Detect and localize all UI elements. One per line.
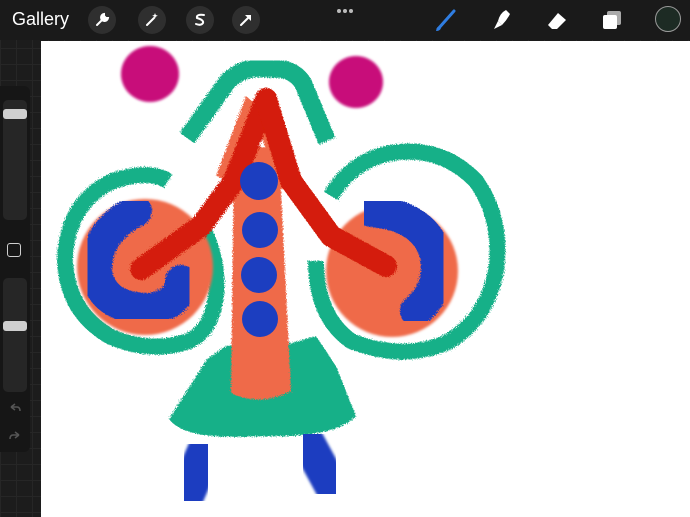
blue-dot-2 bbox=[242, 212, 278, 248]
brush-icon[interactable] bbox=[432, 6, 460, 34]
magenta-blob-right bbox=[329, 56, 383, 108]
wrench-icon[interactable] bbox=[88, 6, 116, 34]
undo-icon[interactable] bbox=[7, 402, 23, 418]
more-options-icon[interactable] bbox=[336, 2, 354, 20]
blue-dot-4 bbox=[242, 301, 278, 337]
eraser-icon[interactable] bbox=[543, 6, 571, 34]
modify-button[interactable] bbox=[7, 243, 21, 257]
color-picker-button[interactable] bbox=[655, 6, 681, 32]
opacity-slider[interactable] bbox=[3, 278, 27, 392]
blue-dot-1 bbox=[240, 162, 278, 200]
redo-icon[interactable] bbox=[7, 430, 23, 446]
sidebar bbox=[0, 86, 30, 452]
arrow-cursor-icon[interactable] bbox=[232, 6, 260, 34]
magenta-blob-left bbox=[121, 46, 179, 102]
brush-size-slider[interactable] bbox=[3, 100, 27, 220]
magic-wand-icon[interactable] bbox=[138, 6, 166, 34]
drawing-canvas[interactable] bbox=[41, 41, 690, 517]
blue-leg-left bbox=[168, 431, 224, 514]
blue-dot-3 bbox=[241, 257, 277, 293]
smudge-icon[interactable] bbox=[487, 6, 515, 34]
gallery-button[interactable]: Gallery bbox=[12, 9, 69, 30]
selection-s-icon[interactable] bbox=[186, 6, 214, 34]
top-toolbar: Gallery bbox=[0, 0, 690, 40]
brush-size-thumb[interactable] bbox=[3, 109, 27, 119]
blue-leg-right bbox=[289, 422, 350, 506]
drawing-artwork bbox=[56, 46, 506, 514]
layers-icon[interactable] bbox=[598, 6, 626, 34]
opacity-thumb[interactable] bbox=[3, 321, 27, 331]
